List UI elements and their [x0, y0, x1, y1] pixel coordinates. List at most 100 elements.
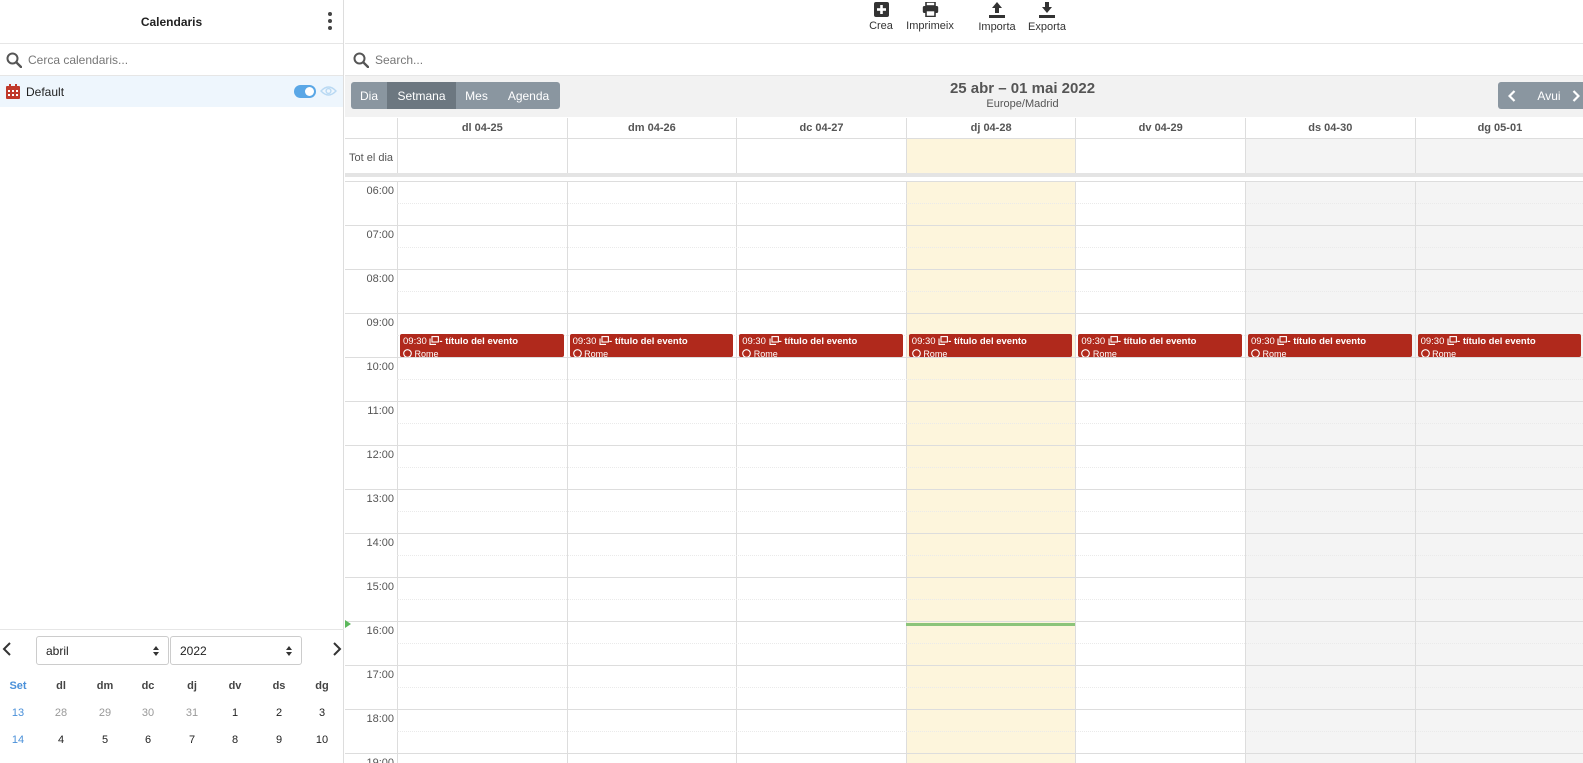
- day-header[interactable]: dv 04-29: [1075, 118, 1245, 139]
- day-headers: dl 04-25 dm 04-26 dc 04-27 dj 04-28 dv 04-29…: [345, 118, 1583, 139]
- mini-day[interactable]: 8: [215, 734, 255, 746]
- calendar-toggle[interactable]: [294, 85, 316, 98]
- calendar-event[interactable]: 09:30 - título del evento Rome: [908, 334, 1073, 357]
- day-header[interactable]: dg 05-01: [1414, 118, 1583, 139]
- weekday-label: dj: [187, 680, 197, 692]
- week-number[interactable]: 14: [0, 734, 38, 746]
- calendar-event[interactable]: 09:30 - título del evento Rome: [569, 334, 734, 357]
- mini-day[interactable]: 6: [128, 734, 168, 746]
- hour-label: 12:00: [366, 449, 394, 461]
- chevron-right-icon[interactable]: [332, 642, 342, 656]
- chevron-left-icon: [1508, 89, 1516, 102]
- half-hour-line: [397, 599, 1583, 600]
- event-location-label: Rome: [1262, 349, 1287, 357]
- mini-day[interactable]: 29: [85, 707, 125, 719]
- week-number[interactable]: 13: [0, 707, 38, 719]
- half-hour-line: [397, 247, 1583, 248]
- calendar-event[interactable]: 09:30 - título del evento Rome: [739, 334, 903, 357]
- prev-button[interactable]: [1498, 82, 1526, 109]
- next-button[interactable]: [1572, 82, 1583, 109]
- hour-label: 17:00: [366, 669, 394, 681]
- calendar-event[interactable]: 09:30 - título del evento Rome: [1248, 334, 1412, 357]
- hour-label: 15:00: [366, 581, 394, 593]
- all-day-cell[interactable]: [1245, 139, 1415, 173]
- hour-label: 08:00: [366, 273, 394, 285]
- half-hour-line: [397, 379, 1583, 380]
- event-title: - título del evento: [439, 336, 519, 347]
- clock-icon: [1251, 349, 1260, 357]
- event-search-input[interactable]: [375, 52, 975, 67]
- event-location-label: Rome: [584, 349, 609, 357]
- week-column-label: Set: [9, 680, 27, 692]
- calendar-item-default[interactable]: Default: [0, 76, 343, 107]
- year-select[interactable]: 2022: [170, 636, 302, 665]
- calendar-event[interactable]: 09:30 - título del evento Rome: [400, 334, 564, 357]
- event-header: 09:30 - título del evento: [742, 336, 900, 347]
- date-range: 25 abr – 01 mai 2022 Europe/Madrid: [345, 80, 1583, 110]
- day-header[interactable]: dc 04-27: [736, 118, 906, 139]
- eye-icon[interactable]: [320, 85, 337, 97]
- all-day-cell[interactable]: [566, 139, 737, 173]
- mini-day[interactable]: 31: [172, 707, 212, 719]
- repeat-icon: [938, 336, 949, 345]
- create-label: Crea: [869, 20, 893, 32]
- all-day-cell[interactable]: [1075, 139, 1245, 173]
- mini-day[interactable]: 4: [41, 734, 81, 746]
- repeat-icon: [1277, 336, 1288, 345]
- clock-icon: [572, 349, 582, 357]
- mini-day[interactable]: 9: [259, 734, 299, 746]
- timezone-label: Europe/Madrid: [986, 98, 1059, 110]
- month-select[interactable]: abril: [36, 636, 169, 665]
- date-navigation: Avui: [1498, 82, 1583, 109]
- import-button[interactable]: Importa: [975, 2, 1019, 33]
- event-time: 09:30: [403, 336, 427, 347]
- create-button[interactable]: Crea: [866, 2, 896, 32]
- mini-day[interactable]: 10: [302, 734, 342, 746]
- day-header[interactable]: dl 04-25: [397, 118, 567, 139]
- import-label: Importa: [978, 21, 1016, 33]
- mini-day[interactable]: 28: [41, 707, 81, 719]
- upload-icon: [989, 2, 1005, 18]
- day-header[interactable]: dj 04-28: [905, 118, 1076, 139]
- hour-label: 09:00: [366, 317, 394, 329]
- print-button[interactable]: Imprimeix: [902, 2, 958, 32]
- day-header[interactable]: ds 04-30: [1245, 118, 1415, 139]
- mini-day[interactable]: 30: [128, 707, 168, 719]
- sidebar-header: Calendaris: [0, 0, 343, 44]
- mini-day[interactable]: 2: [259, 707, 299, 719]
- chevron-left-icon[interactable]: [2, 642, 12, 656]
- export-button[interactable]: Exporta: [1025, 2, 1069, 33]
- printer-icon: [922, 2, 938, 17]
- event-location: Rome: [911, 349, 1070, 357]
- search-icon: [353, 52, 369, 68]
- event-location: Rome: [1420, 349, 1579, 357]
- mini-day[interactable]: 3: [302, 707, 342, 719]
- all-day-cell[interactable]: [397, 139, 567, 173]
- calendar-event[interactable]: 09:30 - título del evento Rome: [1078, 334, 1242, 357]
- event-location-label: Rome: [923, 349, 948, 357]
- all-day-cell[interactable]: [736, 139, 906, 173]
- calendar-search-input[interactable]: [28, 52, 328, 67]
- event-header: 09:30 - título del evento: [403, 336, 561, 347]
- all-day-label: Tot el dia: [348, 152, 394, 164]
- day-header[interactable]: dm 04-26: [566, 118, 737, 139]
- more-vertical-icon[interactable]: [325, 12, 335, 30]
- event-title: - título del evento: [1287, 336, 1367, 347]
- calendar-event[interactable]: 09:30 - título del evento Rome: [1417, 334, 1582, 357]
- weekday-label: dl: [56, 680, 66, 692]
- event-title: - título del evento: [609, 336, 688, 347]
- mini-day[interactable]: 1: [215, 707, 255, 719]
- clock-icon: [1420, 349, 1430, 357]
- hour-label: 07:00: [366, 229, 394, 241]
- event-location: Rome: [1081, 349, 1239, 357]
- event-title: - título del evento: [1457, 336, 1536, 347]
- mini-day[interactable]: 7: [172, 734, 212, 746]
- half-hour-line: [397, 423, 1583, 424]
- half-hour-line: [397, 643, 1583, 644]
- mini-day[interactable]: 5: [85, 734, 125, 746]
- today-button[interactable]: Avui: [1526, 82, 1572, 109]
- all-day-cell[interactable]: [905, 139, 1076, 173]
- event-location: Rome: [1251, 349, 1409, 357]
- all-day-cell[interactable]: [1414, 139, 1583, 173]
- event-location-label: Rome: [1432, 349, 1457, 357]
